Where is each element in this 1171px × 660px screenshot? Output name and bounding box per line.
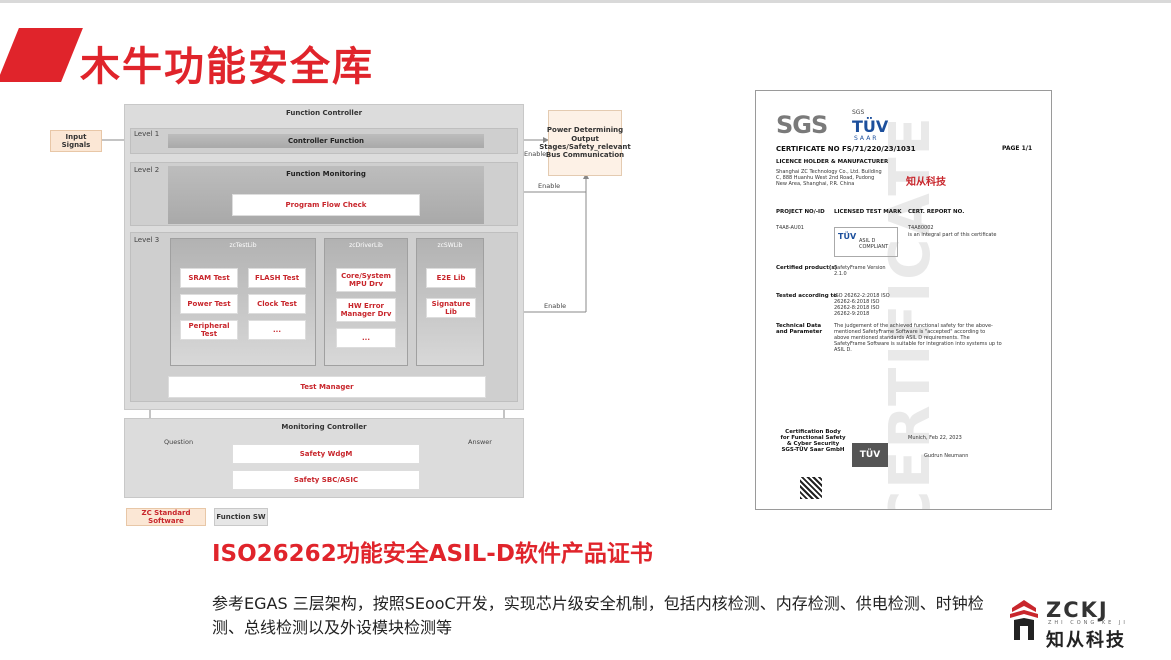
qr-code [800,477,822,499]
tech-label: Technical Data and Parameter [776,323,823,335]
safety-wdgm: Safety WdgM [232,444,420,464]
test-manager: Test Manager [168,376,486,398]
enable-label-3: Enable [544,302,567,310]
certificate-subtitle: ISO26262功能安全ASIL-D软件产品证书 [212,541,653,567]
swlib-title: zcSWLib [437,242,463,249]
sgs-small-label: SGS [852,109,865,116]
clock-test: Clock Test [248,294,306,314]
controller-function: Controller Function [168,134,484,148]
report-label: CERT. REPORT NO. [908,209,965,215]
sram-test: SRAM Test [180,268,238,288]
core-mpu-drv: Core/System MPU Drv [336,268,396,292]
top-divider [0,0,1171,3]
peripheral-test: Peripheral Test [180,320,238,340]
program-flow-check: Program Flow Check [232,194,420,216]
architecture-diagram: Function Controller Level 1 Controller F… [46,96,666,532]
function-controller-title: Function Controller [285,108,363,117]
power-test: Power Test [180,294,238,314]
answer-label: Answer [468,438,492,446]
products-value: SafetyFrame Version 2.1.0 [834,265,886,277]
driverlib-title: zcDriverLib [349,242,383,249]
company-logo: ZCKJ ZHI CONG KE JI 知从科技 [1008,596,1168,656]
legend-zc-standard: ZC Standard Software [126,508,206,526]
date-place: Munich, Feb 22, 2023 [908,435,962,441]
monitoring-controller-title: Monitoring Controller [281,422,367,431]
hw-error-manager-drv: HW Error Manager Drv [336,298,396,322]
mark-text: ASIL D COMPLIANT [859,238,889,250]
testlib-more: ... [248,320,306,340]
level3-label: Level 3 [134,236,160,244]
certificate-number: CERTIFICATE NO FS/71/220/23/1031 [776,145,916,153]
logo-emblem-icon [1010,600,1038,640]
certificate-page: PAGE 1/1 [1002,145,1033,152]
safety-sbc-asic: Safety SBC/ASIC [232,470,420,490]
driverlib-more: ... [336,328,396,348]
enable-label-1: Enable [524,150,547,158]
level1-label: Level 1 [134,130,160,138]
licensed-test-mark: TÜV ASIL D COMPLIANT [834,227,898,257]
mark-tuv-logo: TÜV [838,232,857,241]
input-signals: Input Signals [50,130,102,152]
zc-cert-logo: 知从科技 [906,177,946,188]
description-text: 参考EGAS 三层架构，按照SEooC开发，实现芯片级安全机制，包括内核检测、内… [212,594,984,637]
e2e-lib: E2E Lib [426,268,476,288]
legend-function-sw: Function SW [214,508,268,526]
certificate-image: CERTIFICATE SGS SGS TÜV SAAR CERTIFICATE… [755,90,1052,510]
saar-label: SAAR [854,135,879,142]
page-title: 木牛功能安全库 [80,44,374,90]
sgs-logo: SGS [776,111,828,139]
testlib-title: zcTestLib [229,242,257,249]
enable-label-2: Enable [538,182,561,190]
products-label: Certified product(s) [776,265,838,271]
report-note: is an integral part of this certificate [908,232,997,238]
cert-body-label: Certification Body for Functional Safety… [780,429,846,453]
tested-label: Tested according to [776,293,837,299]
report-value: T4A80002 [908,225,934,231]
signature-lib: Signature Lib [426,298,476,318]
logo-text-en: ZCKJ [1046,598,1109,622]
signer-name: Gudrun Neumann [924,453,969,459]
trademark-label: LICENSED TEST MARK [834,209,902,215]
question-label: Question [164,438,194,446]
project-label: PROJECT NO/-ID [776,209,825,215]
holder-label: LICENCE HOLDER & MANUFACTURER [776,159,889,165]
tuv-stamp: TÜV [852,443,888,467]
logo-text-cn: 知从科技 [1046,630,1126,651]
flash-test: FLASH Test [248,268,306,288]
level2-label: Level 2 [134,166,160,174]
holder-address: Shanghai ZC Technology Co., Ltd. Buildin… [776,169,882,187]
tuv-logo: TÜV [852,117,889,136]
title-accent-bar [0,28,83,82]
tech-value: The judgement of the achieved functional… [834,323,1002,353]
tested-value: ISO 26262-2:2018 ISO 26262-6:2018 ISO 26… [834,293,890,317]
project-value: T4A8-AU01 [776,225,804,231]
power-output-stage: Power Determining Output Stages/Safety_r… [539,110,631,176]
